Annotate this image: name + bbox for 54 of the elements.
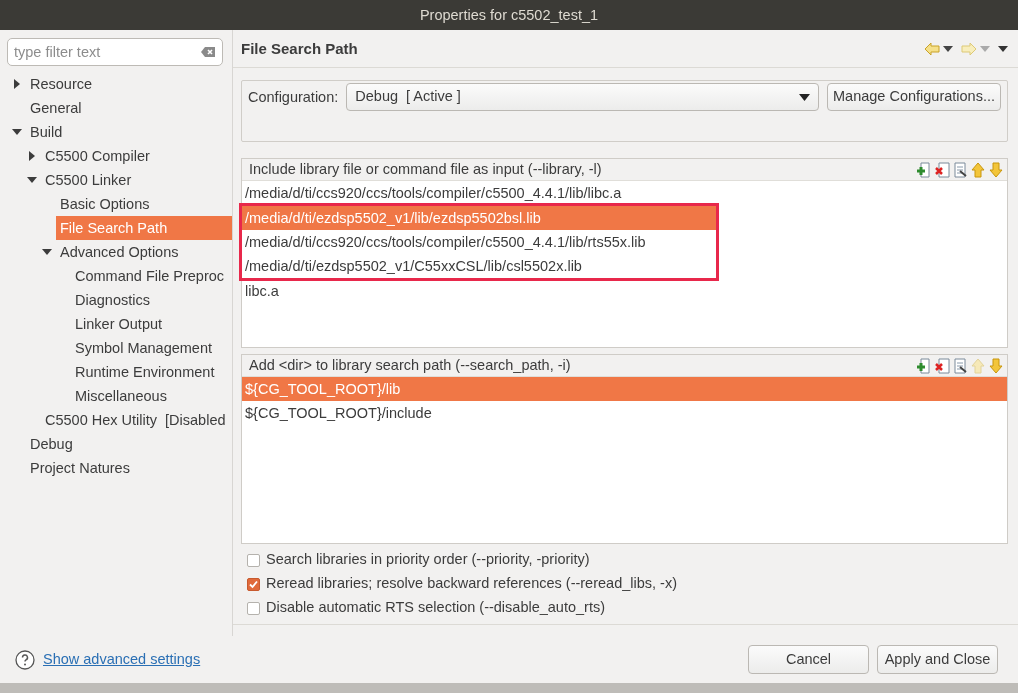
advanced-settings-link[interactable]: Show advanced settings — [43, 648, 740, 671]
checkbox-label: Reread libraries; resolve backward references (--reread_libs, -x) — [266, 574, 677, 594]
clear-icon[interactable] — [200, 44, 216, 60]
dialog-button[interactable]: Cancel — [748, 645, 869, 674]
tree-item[interactable]: Resource — [26, 72, 232, 96]
list-item[interactable]: /media/d/ti/ccs920/ccs/tools/compiler/c5500_4.4.1/lib/libc.a — [242, 181, 1007, 205]
tree-item[interactable]: C5500 Hex Utility [Disabled — [41, 408, 232, 432]
tree-item[interactable]: Symbol Management — [71, 336, 232, 360]
collapse-arrow-icon[interactable] — [12, 127, 22, 137]
tree-item[interactable]: Advanced Options — [56, 240, 232, 264]
checkbox-label: Search libraries in priority order (--priority, -priority) — [266, 550, 590, 570]
edit-icon[interactable] — [952, 357, 968, 374]
tree-item[interactable]: Build — [26, 120, 232, 144]
dialog-button[interactable]: Apply and Close — [877, 645, 998, 674]
list-title: Add <dir> to library search path (--search_path, -i) — [249, 355, 572, 375]
collapse-arrow-icon[interactable] — [42, 247, 52, 257]
dropdown-icon[interactable] — [943, 44, 953, 53]
edit-icon[interactable] — [952, 161, 968, 178]
expand-arrow-icon[interactable] — [27, 151, 37, 161]
checkbox[interactable] — [247, 601, 260, 615]
checkbox[interactable] — [247, 553, 260, 567]
expand-arrow-icon[interactable] — [12, 79, 22, 89]
checkbox-label: Disable automatic RTS selection (--disable_auto_rts) — [266, 598, 606, 618]
tree-item[interactable]: Debug — [26, 432, 232, 456]
tree-item[interactable]: Miscellaneous — [71, 384, 232, 408]
tree-item[interactable]: Linker Output — [71, 312, 232, 336]
list-item[interactable]: libc.a — [242, 279, 1007, 303]
help-icon[interactable] — [15, 649, 35, 670]
configuration-label: Configuration: — [248, 88, 339, 107]
tree-item[interactable]: C5500 Compiler — [41, 144, 232, 168]
list-item[interactable]: ${CG_TOOL_ROOT}/include — [242, 401, 1007, 425]
delete-icon[interactable] — [934, 161, 950, 178]
list-title: Include library file or command file as input (--library, -l) — [249, 159, 603, 179]
tree-item[interactable]: C5500 Linker — [41, 168, 232, 192]
checkbox[interactable] — [247, 577, 260, 591]
configuration-dropdown[interactable]: Debug [ Active ] — [346, 83, 819, 111]
menu-icon[interactable] — [998, 44, 1008, 53]
delete-icon[interactable] — [934, 357, 950, 374]
collapse-arrow-icon[interactable] — [27, 175, 37, 185]
tree-item[interactable]: Diagnostics — [71, 288, 232, 312]
tree-item[interactable]: General — [26, 96, 232, 120]
page-title: File Search Path — [241, 39, 359, 58]
add-icon[interactable] — [916, 161, 932, 178]
filter-field[interactable]: type filter text — [7, 38, 223, 66]
manage-configurations-button[interactable]: Manage Configurations... — [827, 83, 1001, 111]
dropdown-arrow-icon[interactable] — [799, 93, 810, 101]
tree-item[interactable]: Basic Options — [56, 192, 232, 216]
window-title: Properties for c5502_test_1 — [0, 0, 1018, 30]
add-icon[interactable] — [916, 357, 932, 374]
list-item[interactable]: /media/d/ti/ezdsp5502_v1/C55xxCSL/lib/csl5502x.lib — [242, 254, 716, 278]
list-item[interactable]: /media/d/ti/ccs920/ccs/tools/compiler/c5500_4.4.1/lib/rts55x.lib — [242, 230, 716, 254]
tree-item[interactable]: Command File Preproc — [71, 264, 232, 288]
tree-item[interactable]: Project Natures — [26, 456, 232, 480]
tree-item[interactable]: Runtime Environment — [71, 360, 232, 384]
